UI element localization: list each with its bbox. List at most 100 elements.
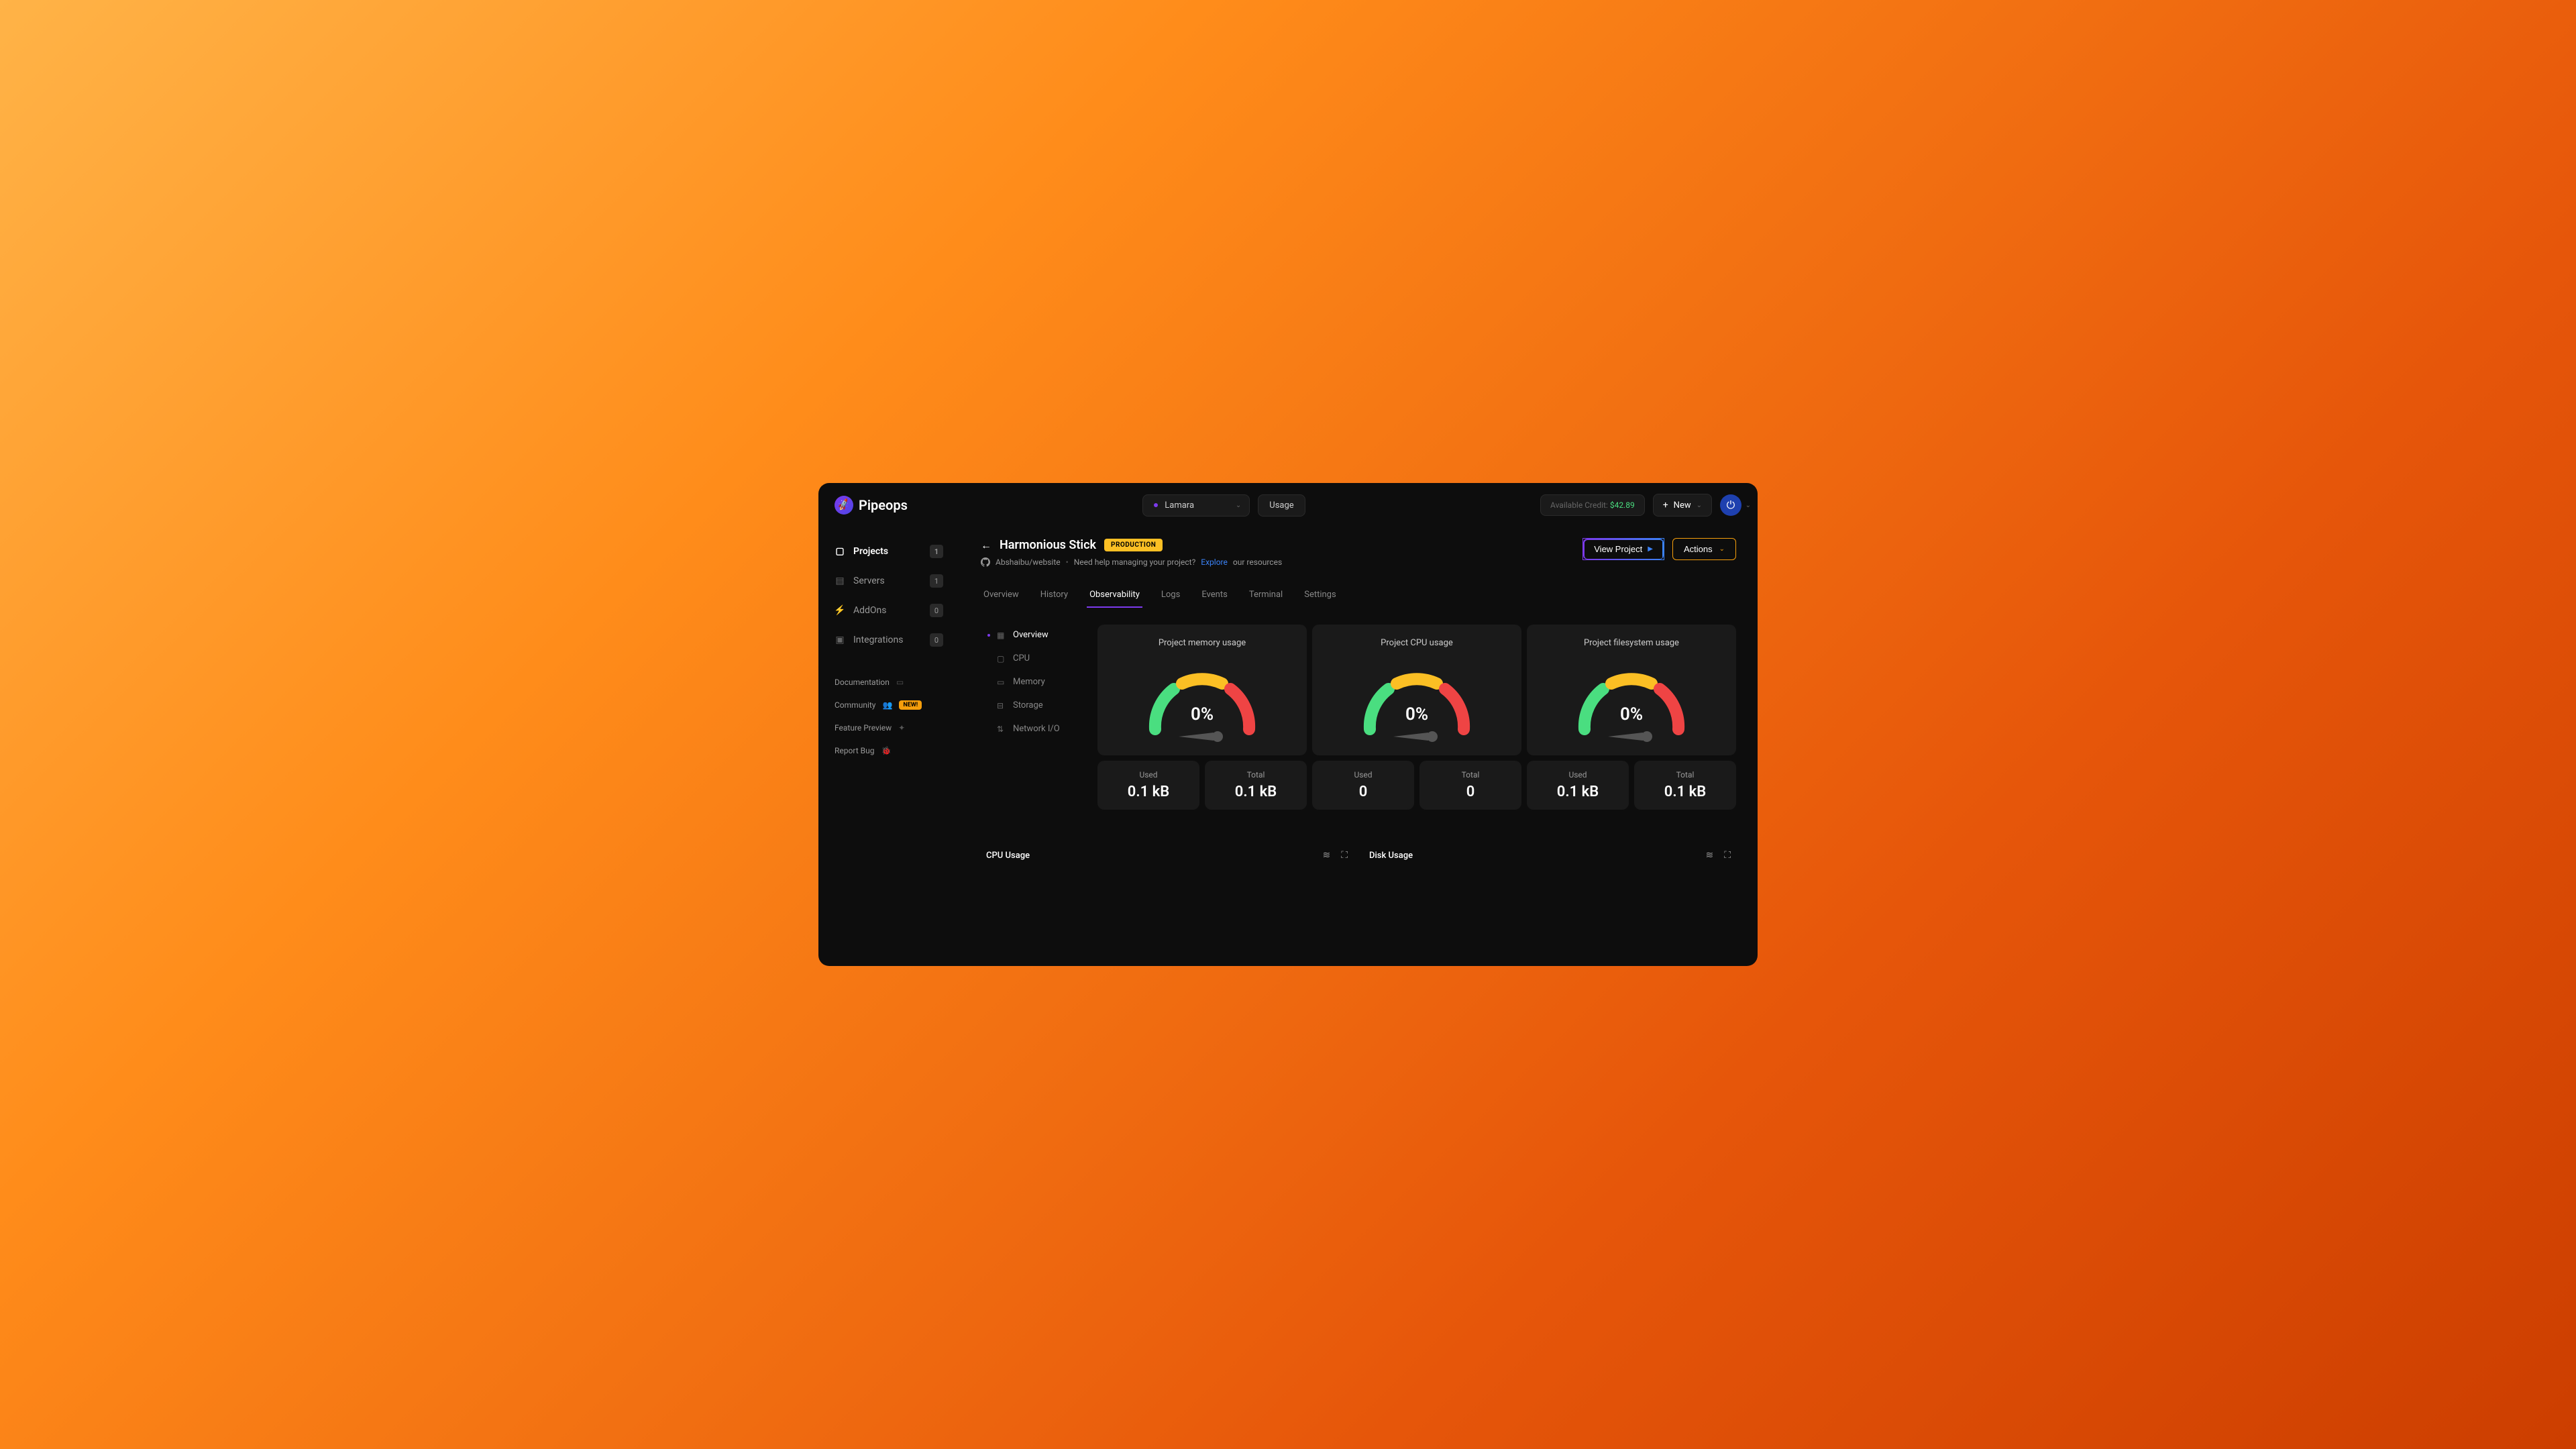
actions-button[interactable]: Actions ⌄ bbox=[1672, 538, 1736, 560]
repo-name[interactable]: Abshaibu/website bbox=[996, 557, 1061, 567]
sidebar-item-badge: 1 bbox=[930, 545, 943, 558]
sidebar-item-servers[interactable]: ▤ Servers 1 bbox=[826, 568, 951, 594]
tab-logs[interactable]: Logs bbox=[1159, 583, 1183, 608]
subnav-label: Memory bbox=[1013, 677, 1045, 687]
new-button[interactable]: + New ⌄ bbox=[1653, 494, 1712, 517]
explore-link[interactable]: Explore bbox=[1201, 557, 1228, 567]
chevron-down-icon: ⌄ bbox=[1236, 502, 1241, 509]
people-icon: 👥 bbox=[882, 700, 892, 710]
stat-value: 0.1 kB bbox=[1235, 784, 1277, 800]
tab-overview[interactable]: Overview bbox=[981, 583, 1022, 608]
subnav-label: Network I/O bbox=[1013, 724, 1060, 734]
usage-controls: ≋ ⛶ bbox=[1705, 850, 1731, 861]
usage-title: CPU Usage bbox=[986, 851, 1030, 861]
sidebar-link-report-bug[interactable]: Report Bug 🐞 bbox=[826, 741, 951, 761]
stat-label: Used bbox=[1139, 770, 1157, 780]
credit-amount: $42.89 bbox=[1610, 500, 1635, 510]
stat-card-used: Used 0.1 kB bbox=[1527, 761, 1629, 810]
chevron-down-icon: ⌄ bbox=[1719, 545, 1725, 553]
tab-terminal[interactable]: Terminal bbox=[1246, 583, 1285, 608]
storage-icon: ⊟ bbox=[997, 701, 1006, 710]
sidebar-item-addons[interactable]: ⚡ AddOns 0 bbox=[826, 597, 951, 624]
stat-label: Total bbox=[1676, 770, 1695, 780]
tab-events[interactable]: Events bbox=[1199, 583, 1230, 608]
chart-type-icon[interactable]: ≋ bbox=[1322, 850, 1330, 861]
stat-pair-filesystem: Used 0.1 kB Total 0.1 kB bbox=[1527, 761, 1736, 810]
tabs: Overview History Observability Logs Even… bbox=[981, 583, 1736, 608]
server-icon: ▤ bbox=[835, 576, 845, 586]
gauge-chart bbox=[1350, 659, 1484, 739]
help-text-suffix: our resources bbox=[1233, 557, 1282, 567]
sidebar-link-label: Report Bug bbox=[835, 746, 874, 755]
integration-icon: ▣ bbox=[835, 635, 845, 645]
logo[interactable]: 🚀 Pipeops bbox=[835, 496, 908, 515]
stat-value: 0.1 kB bbox=[1664, 784, 1706, 800]
stat-label: Total bbox=[1462, 770, 1480, 780]
subnav-network[interactable]: ⇅ Network I/O bbox=[981, 718, 1081, 739]
book-icon: ▭ bbox=[896, 678, 904, 687]
tab-observability[interactable]: Observability bbox=[1087, 583, 1142, 608]
rocket-icon: 🚀 bbox=[837, 498, 851, 512]
stat-pair-memory: Used 0.1 kB Total 0.1 kB bbox=[1097, 761, 1307, 810]
credit-label: Available Credit: bbox=[1550, 500, 1610, 510]
sidebar-item-label: Projects bbox=[853, 546, 922, 557]
gauge-value: 0% bbox=[1405, 704, 1428, 724]
gauge-needle-icon bbox=[1179, 731, 1226, 742]
sidebar-item-badge: 0 bbox=[930, 633, 943, 647]
page-title-row: ← Harmonious Stick PRODUCTION bbox=[981, 538, 1282, 552]
stat-value: 0.1 kB bbox=[1557, 784, 1599, 800]
gauge-title: Project filesystem usage bbox=[1584, 638, 1679, 648]
usage-panel-cpu: CPU Usage ≋ ⛶ bbox=[981, 850, 1353, 861]
user-menu[interactable]: ⏻ ⌄ bbox=[1720, 494, 1741, 516]
expand-icon[interactable]: ⛶ bbox=[1341, 850, 1348, 861]
environment-badge: PRODUCTION bbox=[1104, 539, 1163, 551]
main: ← Harmonious Stick PRODUCTION Abshaibu/w… bbox=[959, 527, 1758, 966]
actions-label: Actions bbox=[1684, 544, 1713, 554]
subnav-overview[interactable]: ▦ Overview bbox=[981, 625, 1081, 645]
help-text-prefix: Need help managing your project? bbox=[1074, 557, 1196, 567]
sub-nav: ▦ Overview ▢ CPU ▭ Memory bbox=[981, 625, 1081, 810]
grid-icon: ▦ bbox=[997, 631, 1006, 640]
sparkle-icon: ✦ bbox=[898, 723, 905, 733]
sidebar-item-projects[interactable]: ▢ Projects 1 bbox=[826, 538, 951, 565]
sidebar-link-feature-preview[interactable]: Feature Preview ✦ bbox=[826, 718, 951, 738]
gauge-chart bbox=[1135, 659, 1269, 739]
sidebar-link-documentation[interactable]: Documentation ▭ bbox=[826, 672, 951, 692]
sidebar-item-badge: 1 bbox=[930, 574, 943, 588]
stat-value: 0 bbox=[1466, 784, 1475, 800]
subnav-storage[interactable]: ⊟ Storage bbox=[981, 695, 1081, 716]
play-icon: ▶ bbox=[1648, 545, 1653, 553]
sidebar-link-community[interactable]: Community 👥 NEW! bbox=[826, 695, 951, 715]
workspace-status-dot bbox=[1154, 503, 1158, 507]
sidebar-item-integrations[interactable]: ▣ Integrations 0 bbox=[826, 627, 951, 653]
gauge-grid: Project memory usage 0% Project CPU usag… bbox=[1097, 625, 1736, 810]
back-arrow-icon[interactable]: ← bbox=[981, 539, 991, 552]
app-window: 🚀 Pipeops Lamara ⌄ Usage Available Credi… bbox=[818, 483, 1758, 966]
new-label: New bbox=[1674, 500, 1691, 511]
sidebar-link-label: Feature Preview bbox=[835, 723, 892, 733]
subnav-label: Storage bbox=[1013, 700, 1043, 710]
tab-history[interactable]: History bbox=[1038, 583, 1071, 608]
plug-icon: ⚡ bbox=[835, 605, 845, 616]
stat-value: 0.1 kB bbox=[1128, 784, 1169, 800]
usage-button[interactable]: Usage bbox=[1258, 494, 1305, 517]
subnav-label: Overview bbox=[1013, 630, 1049, 640]
page-subtitle: Abshaibu/website • Need help managing yo… bbox=[981, 557, 1282, 567]
usage-title: Disk Usage bbox=[1369, 851, 1413, 861]
subnav-cpu[interactable]: ▢ CPU bbox=[981, 648, 1081, 669]
view-project-label: View Project bbox=[1594, 544, 1642, 554]
content-row: ▦ Overview ▢ CPU ▭ Memory bbox=[981, 625, 1736, 810]
stat-label: Used bbox=[1354, 770, 1372, 780]
folder-icon: ▢ bbox=[835, 546, 845, 557]
subnav-memory[interactable]: ▭ Memory bbox=[981, 672, 1081, 692]
workspace-selector[interactable]: Lamara ⌄ bbox=[1142, 494, 1250, 517]
github-icon bbox=[981, 557, 990, 567]
gauge-card-memory: Project memory usage 0% bbox=[1097, 625, 1307, 755]
view-project-button[interactable]: View Project ▶ bbox=[1582, 538, 1664, 560]
power-icon: ⏻ bbox=[1727, 498, 1735, 512]
gauge-card-cpu: Project CPU usage 0% bbox=[1312, 625, 1521, 755]
chart-type-icon[interactable]: ≋ bbox=[1705, 850, 1713, 861]
body: ▢ Projects 1 ▤ Servers 1 ⚡ AddOns 0 ▣ In… bbox=[818, 527, 1758, 966]
expand-icon[interactable]: ⛶ bbox=[1724, 850, 1731, 861]
tab-settings[interactable]: Settings bbox=[1301, 583, 1338, 608]
